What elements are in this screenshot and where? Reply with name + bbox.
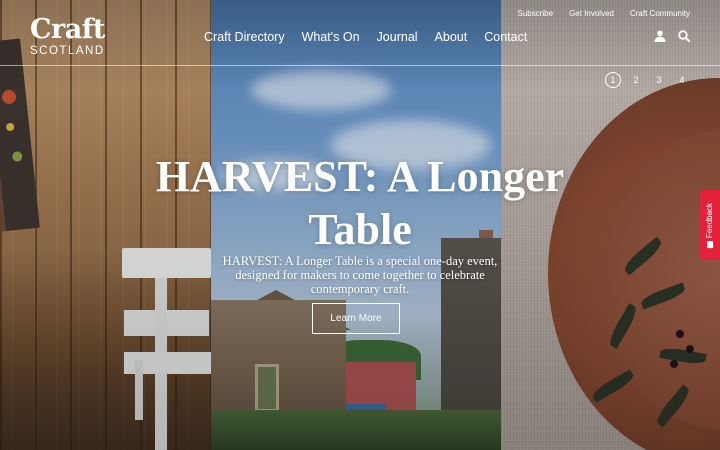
- chat-icon: [707, 240, 714, 248]
- nav-item-contact[interactable]: Contact: [484, 30, 527, 44]
- slide-page-2[interactable]: 2: [628, 72, 644, 88]
- nav-item-craft-directory[interactable]: Craft Directory: [204, 30, 285, 44]
- hero-title: HARVEST: A Longer Table: [0, 150, 720, 256]
- learn-more-button[interactable]: Learn More: [312, 303, 400, 334]
- header-divider: [0, 65, 720, 66]
- craft-scotland-logo[interactable]: Craft SCOTLAND: [30, 14, 110, 58]
- logo-wordmark: Craft: [30, 14, 105, 45]
- slide-pagination: 1 2 3 4: [605, 72, 690, 88]
- feedback-label: Feedback: [705, 202, 715, 238]
- utility-nav: Subscribe Get Involved Craft Community: [517, 9, 690, 18]
- nav-item-journal[interactable]: Journal: [377, 30, 418, 44]
- feedback-tab[interactable]: Feedback: [700, 190, 720, 260]
- hero-title-line-2: Table: [308, 205, 412, 254]
- hero-title-line-1: HARVEST: A Longer: [155, 152, 565, 201]
- logo-subtitle: SCOTLAND: [30, 45, 105, 57]
- slide-page-4[interactable]: 4: [674, 72, 690, 88]
- main-nav: Craft Directory What's On Journal About …: [204, 30, 544, 44]
- utility-link-craft-community[interactable]: Craft Community: [630, 9, 690, 18]
- header-icons: [654, 30, 690, 42]
- hero-description: HARVEST: A Longer Table is a special one…: [222, 254, 498, 296]
- user-icon[interactable]: [654, 30, 666, 42]
- search-icon[interactable]: [678, 30, 690, 42]
- utility-link-subscribe[interactable]: Subscribe: [517, 9, 553, 18]
- utility-link-get-involved[interactable]: Get Involved: [569, 9, 614, 18]
- feedback-tab-content: Feedback: [705, 202, 715, 248]
- nav-item-about[interactable]: About: [435, 30, 468, 44]
- slide-page-3[interactable]: 3: [651, 72, 667, 88]
- slide-page-1[interactable]: 1: [605, 72, 621, 88]
- nav-item-whats-on[interactable]: What's On: [302, 30, 360, 44]
